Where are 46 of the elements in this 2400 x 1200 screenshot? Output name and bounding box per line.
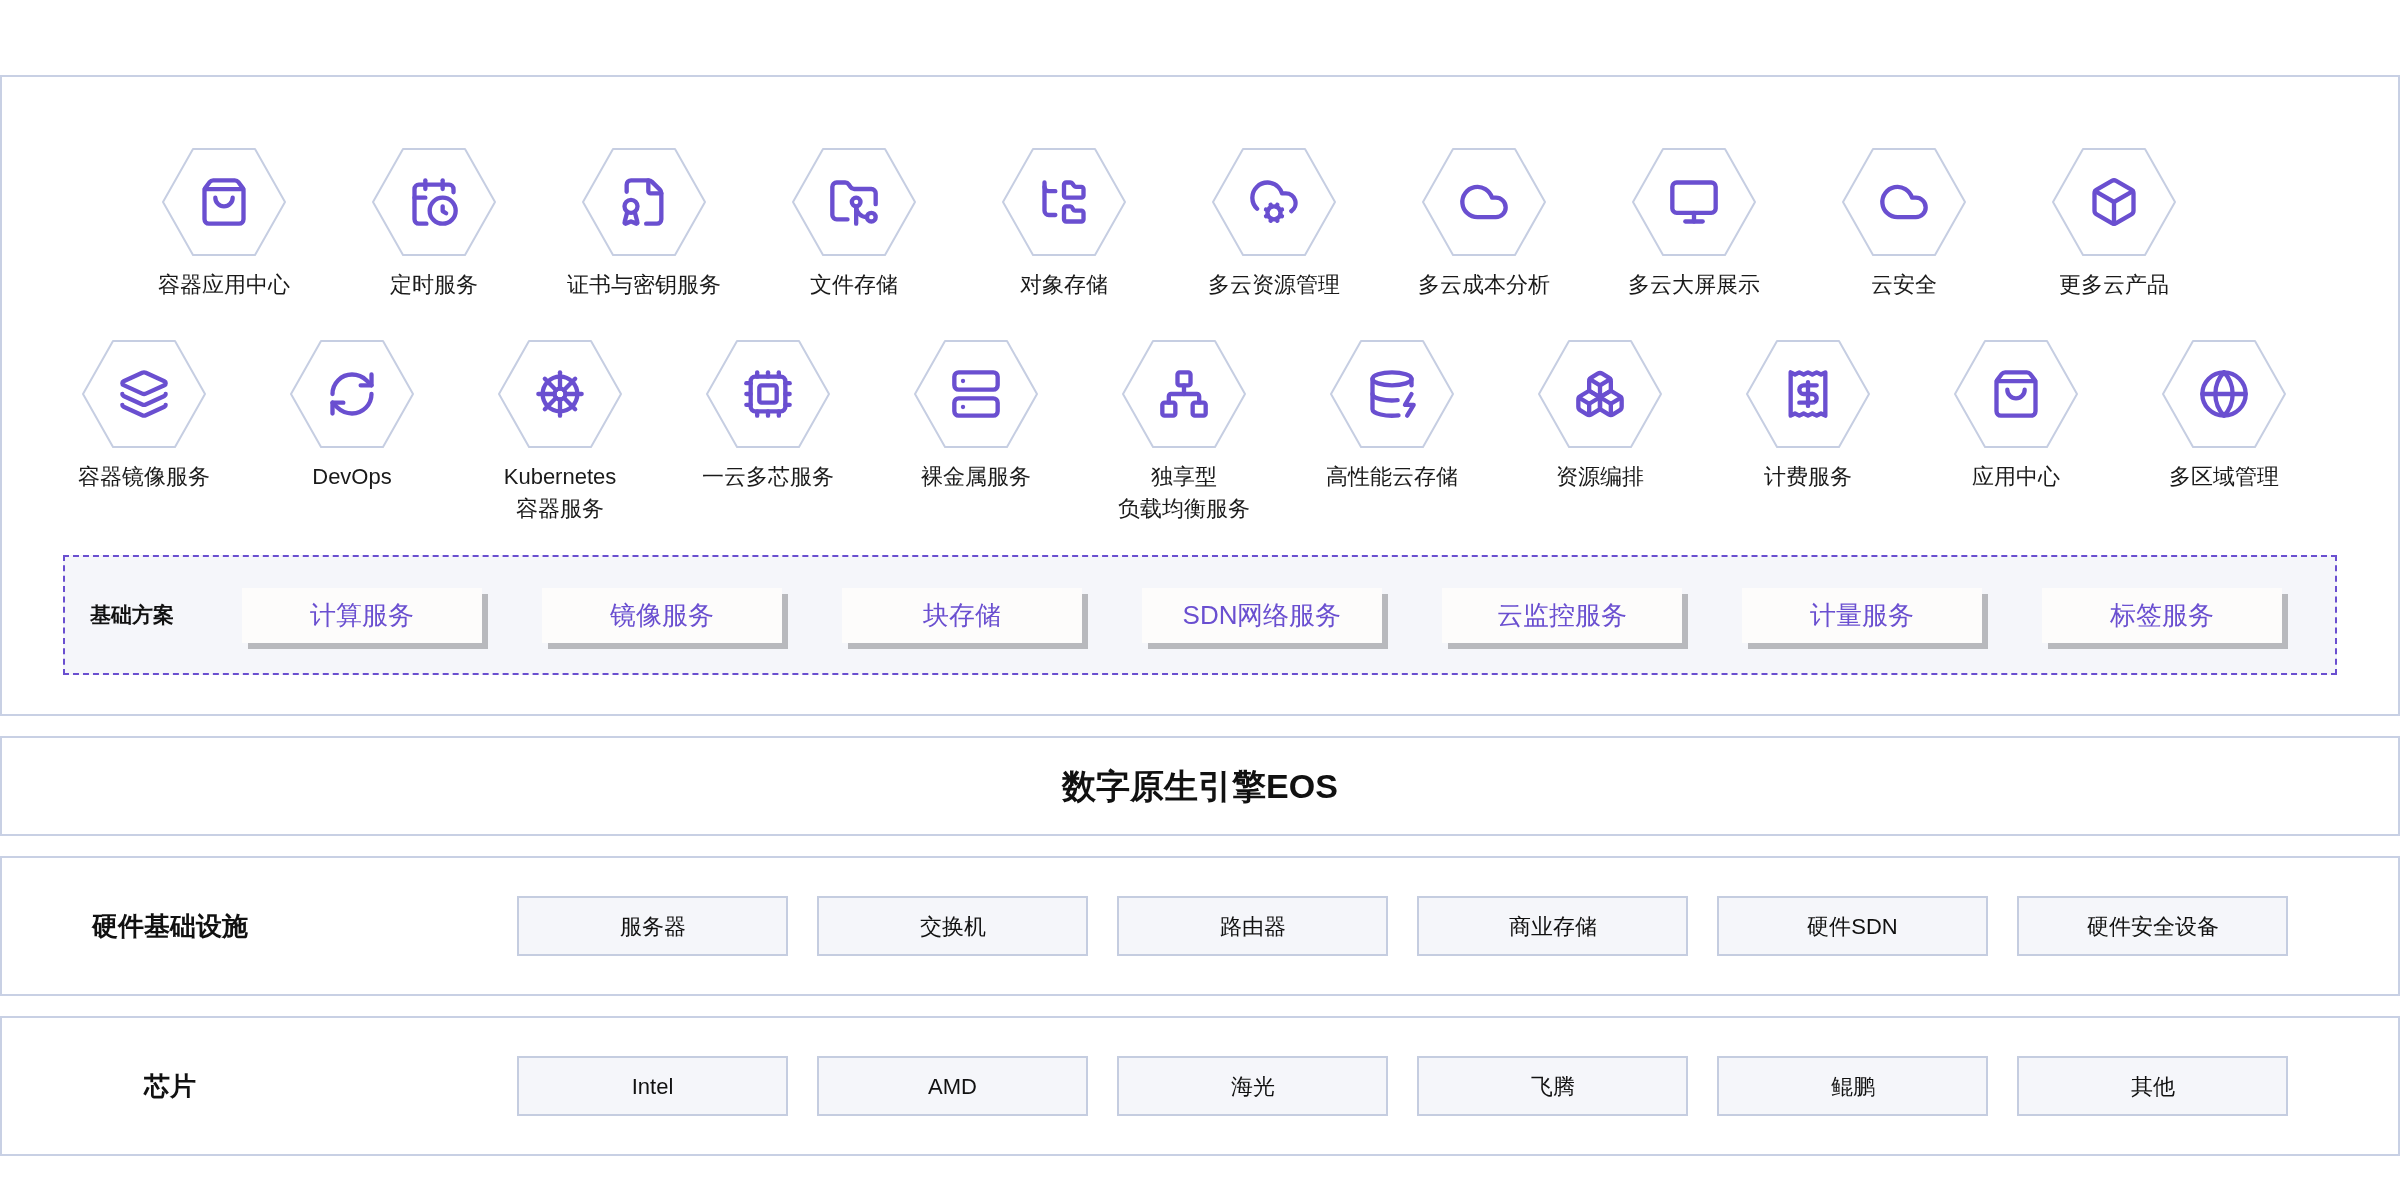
layer-item: 硬件SDN — [1717, 896, 1988, 956]
layers-icon — [118, 368, 170, 420]
product-label[interactable]: 计费服务 — [1764, 461, 1852, 493]
layer-item: 商业存储 — [1417, 896, 1688, 956]
product-label[interactable]: 更多云产品 — [2059, 269, 2169, 301]
product-label[interactable]: 定时服务 — [390, 269, 478, 301]
product-label[interactable]: 文件存储 — [810, 269, 898, 301]
product-label[interactable]: 应用中心 — [1972, 461, 2060, 493]
product-label[interactable]: 容器应用中心 — [158, 269, 290, 301]
product-label[interactable]: 资源编排 — [1556, 461, 1644, 493]
boxes-icon — [1574, 368, 1626, 420]
product-label[interactable]: 证书与密钥服务 — [567, 269, 721, 301]
layer-item: 鲲鹏 — [1717, 1056, 1988, 1116]
server-icon — [950, 368, 1002, 420]
engine-title: 数字原生引擎EOS — [1062, 765, 1338, 807]
product-label[interactable]: 独享型 — [1151, 461, 1217, 493]
product-label[interactable]: DevOps — [312, 461, 392, 493]
layer-title: 芯片 — [143, 1069, 196, 1103]
layer-item: 硬件安全设备 — [2017, 896, 2288, 956]
product-label[interactable]: 高性能云存储 — [1326, 461, 1458, 493]
layer-item: 其他 — [2017, 1056, 2288, 1116]
chip-icon — [742, 368, 794, 420]
product-label[interactable]: 对象存储 — [1020, 269, 1108, 301]
layer-item: 海光 — [1117, 1056, 1388, 1116]
product-label[interactable]: Kubernetes — [503, 461, 617, 493]
layer-item: 交换机 — [817, 896, 1088, 956]
product-label[interactable]: 裸金属服务 — [921, 461, 1031, 493]
product-label[interactable]: 多云大屏展示 — [1628, 269, 1760, 301]
layer-item: 飞腾 — [1417, 1056, 1688, 1116]
product-label[interactable]: 多云资源管理 — [1208, 269, 1340, 301]
layer-item: 路由器 — [1117, 896, 1388, 956]
product-label[interactable]: 多区域管理 — [2169, 461, 2279, 493]
network-icon — [1158, 368, 1210, 420]
foundation-title: 基础方案 — [90, 602, 175, 629]
layer-item: 服务器 — [517, 896, 788, 956]
product-label[interactable]: 容器服务 — [516, 493, 604, 525]
product-label[interactable]: 容器镜像服务 — [78, 461, 210, 493]
layer-item: Intel — [517, 1056, 788, 1116]
layer-item: AMD — [817, 1056, 1088, 1116]
product-label[interactable]: 一云多芯服务 — [702, 461, 834, 493]
product-label[interactable]: 多云成本分析 — [1418, 269, 1550, 301]
product-label[interactable]: 云安全 — [1871, 269, 1937, 301]
product-label[interactable]: 负载均衡服务 — [1118, 493, 1250, 525]
ship-wheel-icon — [534, 368, 586, 420]
globe-icon — [2198, 368, 2250, 420]
layer-title: 硬件基础设施 — [91, 909, 248, 943]
